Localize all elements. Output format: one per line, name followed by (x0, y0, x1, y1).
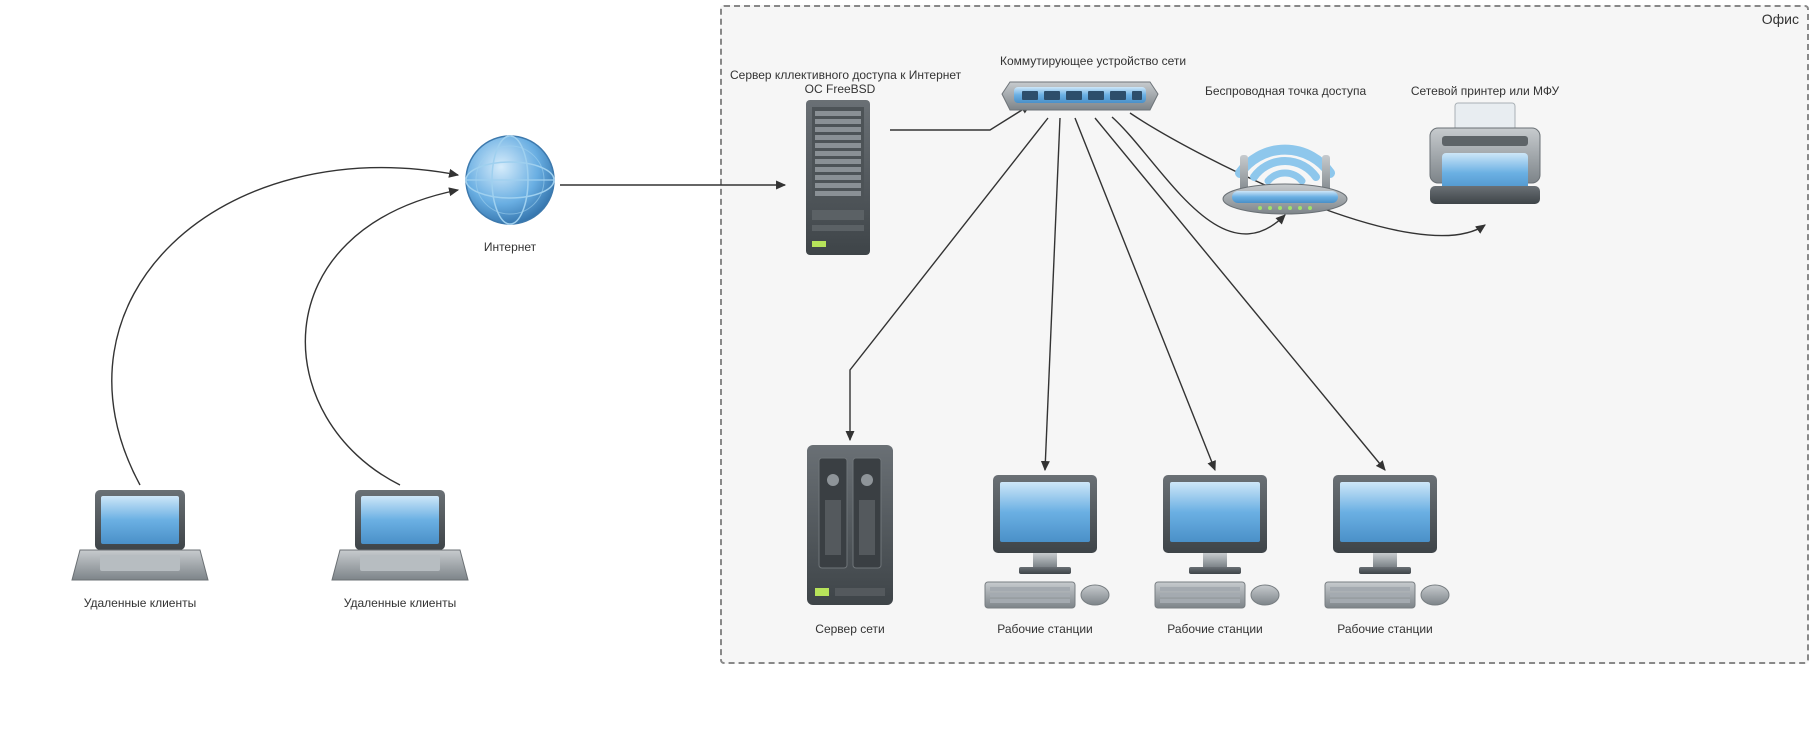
workstation-icon (1145, 470, 1285, 615)
printer-label: Сетевой принтер или МФУ (1410, 84, 1560, 98)
diagram-canvas: Офис (0, 0, 1817, 746)
workstation-label-2: Рабочие станции (1145, 622, 1285, 636)
wireless-ap-label: Беспроводная точка доступа (1205, 84, 1365, 98)
lan-server-label: Сервер сети (795, 622, 905, 636)
lan-server-icon (795, 440, 905, 615)
printer-icon (1420, 98, 1550, 228)
laptop-icon (70, 485, 210, 590)
remote-client-label-2: Удаленные клиенты (330, 596, 470, 610)
remote-client-label-1: Удаленные клиенты (70, 596, 210, 610)
workstation-label-3: Рабочие станции (1315, 622, 1455, 636)
workstation-icon (975, 470, 1115, 615)
server-tower-icon (788, 95, 888, 260)
internet-label: Интернет (460, 240, 560, 254)
internet-icon (460, 125, 560, 235)
office-title: Офис (1762, 11, 1799, 27)
laptop-icon (330, 485, 470, 590)
switch-icon (1000, 72, 1160, 122)
workstation-icon (1315, 470, 1455, 615)
gateway-server-label-1: Сервер кллективного доступа к Интернет (730, 68, 950, 82)
switch-label: Коммутирующее устройство сети (1000, 54, 1160, 68)
wireless-ap-icon (1210, 95, 1360, 225)
gateway-server-label-2: ОС FreeBSD (730, 82, 950, 96)
workstation-label-1: Рабочие станции (975, 622, 1115, 636)
